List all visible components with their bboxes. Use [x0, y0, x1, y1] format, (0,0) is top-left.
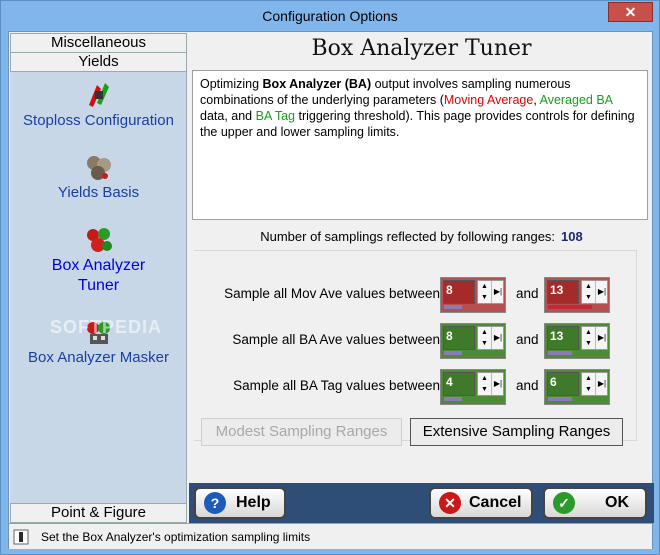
- spinner-bar: [444, 351, 462, 355]
- spinner-bar: [444, 305, 462, 309]
- help-button-label: Help: [236, 494, 271, 511]
- status-text: Set the Box Analyzer's optimization samp…: [41, 530, 311, 544]
- and-label: and: [516, 286, 539, 301]
- description-ba-tag: BA Tag: [255, 109, 295, 123]
- ok-button[interactable]: ✓ OK: [543, 487, 647, 519]
- spinner-buttons: ▲ ▼ ▶|: [477, 372, 504, 396]
- description-averaged-ba: Averaged BA: [539, 93, 613, 107]
- spinner-buttons: ▲ ▼ ▶|: [581, 326, 608, 350]
- page-title: Box Analyzer Tuner: [311, 36, 532, 61]
- down-arrow-icon[interactable]: ▼: [478, 338, 491, 349]
- description-bold: Box Analyzer (BA): [262, 77, 372, 91]
- skip-end-icon[interactable]: ▶|: [491, 373, 504, 395]
- spinner-buttons: ▲ ▼ ▶|: [477, 280, 504, 304]
- mov-ave-high-spinner[interactable]: 13 ▲ ▼ ▶|: [544, 277, 610, 313]
- skip-end-icon[interactable]: ▶|: [595, 373, 608, 395]
- up-arrow-icon[interactable]: ▲: [478, 373, 491, 384]
- ba-ave-row: Sample all BA Ave values between 8 ▲ ▼ ▶…: [194, 323, 637, 359]
- ok-button-label: OK: [605, 494, 629, 511]
- cancel-button[interactable]: ✕ Cancel: [429, 487, 533, 519]
- client-area: Miscellaneous Yields Stoploss Configurat…: [8, 31, 654, 549]
- down-arrow-icon[interactable]: ▼: [582, 384, 595, 395]
- up-arrow-icon[interactable]: ▲: [478, 281, 491, 292]
- nav-tab-point-figure[interactable]: Point & Figure: [10, 503, 187, 523]
- mov-ave-row: Sample all Mov Ave values between 8 ▲ ▼ …: [194, 277, 637, 313]
- watermark: SOFTPEDIA: [50, 317, 163, 337]
- down-arrow-icon[interactable]: ▼: [582, 338, 595, 349]
- info-icon: [13, 529, 29, 545]
- ba-ave-low-spinner[interactable]: 8 ▲ ▼ ▶|: [440, 323, 506, 359]
- sidebar-item-yields-basis[interactable]: Yields Basis: [10, 151, 187, 203]
- and-label: and: [516, 378, 539, 393]
- samplings-count: 108: [561, 229, 583, 244]
- spinner-value[interactable]: 13: [547, 280, 579, 304]
- description-moving-average: Moving Average: [443, 93, 534, 107]
- spinner-bar: [444, 397, 462, 401]
- spinner-buttons: ▲ ▼ ▶|: [581, 372, 608, 396]
- spinner-bar: [548, 351, 572, 355]
- description-text: Optimizing: [200, 77, 263, 91]
- sidebar-item-label: Box Analyzer Tuner: [51, 257, 146, 294]
- row-label: Sample all Mov Ave values between: [224, 286, 440, 301]
- main-panel: Box Analyzer Tuner Optimizing Box Analyz…: [191, 33, 652, 483]
- up-arrow-icon[interactable]: ▲: [582, 327, 595, 338]
- spinner-value[interactable]: 8: [443, 280, 475, 304]
- configuration-window: Configuration Options ✕ Miscellaneous Yi…: [0, 0, 660, 555]
- yields-basis-icon: [86, 156, 111, 180]
- ba-ave-high-spinner[interactable]: 13 ▲ ▼ ▶|: [544, 323, 610, 359]
- help-button[interactable]: ? Help: [194, 487, 286, 519]
- nav-tab-yields[interactable]: Yields: [10, 52, 187, 72]
- ba-tag-row: Sample all BA Tag values between 4 ▲ ▼ ▶…: [194, 369, 637, 405]
- status-bar: Set the Box Analyzer's optimization samp…: [9, 523, 652, 549]
- spinner-value[interactable]: 6: [547, 372, 579, 396]
- description-box: Optimizing Box Analyzer (BA) output invo…: [192, 70, 648, 220]
- modest-sampling-ranges-button[interactable]: Modest Sampling Ranges: [201, 418, 402, 446]
- sidebar-item-label: Stoploss Configuration: [23, 112, 174, 129]
- sampling-ranges-group: Sample all Mov Ave values between 8 ▲ ▼ …: [194, 250, 637, 446]
- up-arrow-icon[interactable]: ▲: [478, 327, 491, 338]
- box-analyzer-tuner-icon: [86, 228, 112, 252]
- spinner-value[interactable]: 13: [547, 326, 579, 350]
- help-icon: ?: [204, 492, 226, 514]
- spinner-value[interactable]: 4: [443, 372, 475, 396]
- down-arrow-icon[interactable]: ▼: [478, 292, 491, 303]
- skip-end-icon[interactable]: ▶|: [595, 327, 608, 349]
- up-arrow-icon[interactable]: ▲: [582, 373, 595, 384]
- spinner-value[interactable]: 8: [443, 326, 475, 350]
- extensive-sampling-ranges-button[interactable]: Extensive Sampling Ranges: [410, 418, 623, 446]
- ba-tag-low-spinner[interactable]: 4 ▲ ▼ ▶|: [440, 369, 506, 405]
- sidebar-item-label: Box Analyzer Masker: [28, 349, 169, 366]
- samplings-summary: Number of samplings reflected by followi…: [191, 229, 652, 244]
- spinner-buttons: ▲ ▼ ▶|: [581, 280, 608, 304]
- nav-tab-miscellaneous[interactable]: Miscellaneous: [10, 33, 187, 53]
- spinner-bar: [548, 305, 592, 309]
- ba-tag-high-spinner[interactable]: 6 ▲ ▼ ▶|: [544, 369, 610, 405]
- window-title: Configuration Options: [262, 8, 398, 24]
- sidebar-item-stoploss[interactable]: Stoploss Configuration: [10, 79, 187, 131]
- spinner-buttons: ▲ ▼ ▶|: [477, 326, 504, 350]
- title-bar: Configuration Options ✕: [1, 1, 659, 31]
- cancel-button-label: Cancel: [469, 494, 522, 511]
- row-label: Sample all BA Ave values between: [232, 332, 440, 347]
- stoploss-icon: [88, 83, 109, 107]
- skip-end-icon[interactable]: ▶|: [491, 327, 504, 349]
- mov-ave-low-spinner[interactable]: 8 ▲ ▼ ▶|: [440, 277, 506, 313]
- down-arrow-icon[interactable]: ▼: [582, 292, 595, 303]
- down-arrow-icon[interactable]: ▼: [478, 384, 491, 395]
- cancel-icon: ✕: [439, 492, 461, 514]
- and-label: and: [516, 332, 539, 347]
- sidebar: Miscellaneous Yields Stoploss Configurat…: [10, 33, 187, 523]
- row-label: Sample all BA Tag values between: [233, 378, 440, 393]
- sidebar-item-box-analyzer-tuner[interactable]: Box Analyzer Tuner: [10, 224, 187, 296]
- checkmark-icon: ✓: [553, 492, 575, 514]
- spinner-bar: [548, 397, 572, 401]
- sidebar-item-label: Yields Basis: [57, 184, 140, 201]
- action-bar: ? Help ✕ Cancel ✓ OK: [189, 483, 654, 523]
- skip-end-icon[interactable]: ▶|: [491, 281, 504, 303]
- samplings-label: Number of samplings reflected by followi…: [260, 229, 556, 244]
- skip-end-icon[interactable]: ▶|: [595, 281, 608, 303]
- description-text: data, and: [200, 109, 256, 123]
- close-button[interactable]: ✕: [608, 2, 653, 22]
- up-arrow-icon[interactable]: ▲: [582, 281, 595, 292]
